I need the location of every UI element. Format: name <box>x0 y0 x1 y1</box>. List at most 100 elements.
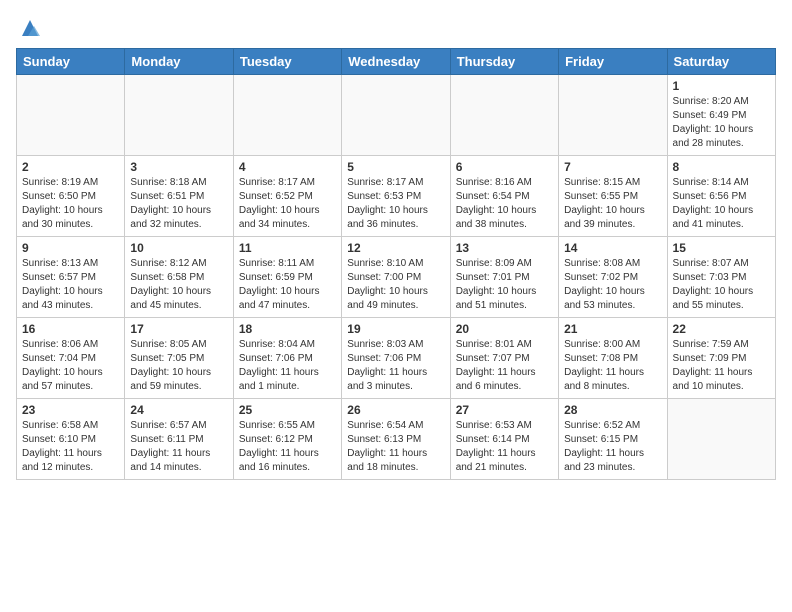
calendar-cell: 19 Sunrise: 8:03 AM Sunset: 7:06 PM Dayli… <box>342 318 450 399</box>
calendar-cell: 28Sunrise: 6:52 AM Sunset: 6:15 PM Dayli… <box>559 399 667 480</box>
calendar-cell: 8Sunrise: 8:14 AM Sunset: 6:56 PM Daylig… <box>667 156 775 237</box>
day-of-week-header: Wednesday <box>342 49 450 75</box>
day-number: 18 <box>239 322 336 336</box>
day-number: 24 <box>130 403 227 417</box>
day-number: 28 <box>564 403 661 417</box>
day-info: Sunrise: 8:08 AM Sunset: 7:02 PM Dayligh… <box>564 257 661 313</box>
day-info: Sunrise: 8:13 AM Sunset: 6:57 PM Dayligh… <box>22 257 119 313</box>
day-info: Sunrise: 6:53 AM Sunset: 6:14 PM Dayligh… <box>456 419 553 475</box>
calendar-cell <box>450 75 558 156</box>
day-number: 2 <box>22 160 119 174</box>
day-info: Sunrise: 8:15 AM Sunset: 6:55 PM Dayligh… <box>564 176 661 232</box>
day-info: Sunrise: 8:11 AM Sunset: 6:59 PM Dayligh… <box>239 257 336 313</box>
calendar-cell: 23 Sunrise: 6:58 AM Sunset: 6:10 PM Dayli… <box>17 399 125 480</box>
calendar-cell: 25 Sunrise: 6:55 AM Sunset: 6:12 PM Dayli… <box>233 399 341 480</box>
day-number: 12 <box>347 241 444 255</box>
day-of-week-header: Tuesday <box>233 49 341 75</box>
logo <box>16 16 42 40</box>
calendar-cell <box>342 75 450 156</box>
day-number: 27 <box>456 403 553 417</box>
day-info: Sunrise: 8:10 AM Sunset: 7:00 PM Dayligh… <box>347 257 444 313</box>
calendar-week-row: 1 Sunrise: 8:20 AM Sunset: 6:49 PM Daylig… <box>17 75 776 156</box>
calendar-cell: 10 Sunrise: 8:12 AM Sunset: 6:58 PM Dayli… <box>125 237 233 318</box>
day-number: 19 <box>347 322 444 336</box>
calendar-cell: 13 Sunrise: 8:09 AM Sunset: 7:01 PM Dayli… <box>450 237 558 318</box>
day-number: 25 <box>239 403 336 417</box>
calendar-cell <box>559 75 667 156</box>
calendar-cell: 24 Sunrise: 6:57 AM Sunset: 6:11 PM Dayli… <box>125 399 233 480</box>
calendar-cell: 14 Sunrise: 8:08 AM Sunset: 7:02 PM Dayli… <box>559 237 667 318</box>
day-number: 3 <box>130 160 227 174</box>
day-number: 13 <box>456 241 553 255</box>
calendar-cell: 7Sunrise: 8:15 AM Sunset: 6:55 PM Daylig… <box>559 156 667 237</box>
calendar-cell: 21Sunrise: 8:00 AM Sunset: 7:08 PM Dayli… <box>559 318 667 399</box>
day-number: 9 <box>22 241 119 255</box>
day-number: 22 <box>673 322 770 336</box>
day-info: Sunrise: 8:03 AM Sunset: 7:06 PM Dayligh… <box>347 338 444 394</box>
calendar-cell: 4 Sunrise: 8:17 AM Sunset: 6:52 PM Daylig… <box>233 156 341 237</box>
calendar-header-row: SundayMondayTuesdayWednesdayThursdayFrid… <box>17 49 776 75</box>
day-number: 17 <box>130 322 227 336</box>
day-number: 15 <box>673 241 770 255</box>
day-of-week-header: Saturday <box>667 49 775 75</box>
day-of-week-header: Sunday <box>17 49 125 75</box>
day-number: 1 <box>673 79 770 93</box>
day-info: Sunrise: 8:17 AM Sunset: 6:53 PM Dayligh… <box>347 176 444 232</box>
page-header <box>16 16 776 40</box>
calendar-cell: 9 Sunrise: 8:13 AM Sunset: 6:57 PM Daylig… <box>17 237 125 318</box>
calendar-cell: 20 Sunrise: 8:01 AM Sunset: 7:07 PM Dayli… <box>450 318 558 399</box>
day-info: Sunrise: 7:59 AM Sunset: 7:09 PM Dayligh… <box>673 338 770 394</box>
calendar-cell: 1 Sunrise: 8:20 AM Sunset: 6:49 PM Daylig… <box>667 75 775 156</box>
logo-icon <box>18 16 42 40</box>
day-number: 10 <box>130 241 227 255</box>
day-number: 11 <box>239 241 336 255</box>
day-number: 4 <box>239 160 336 174</box>
day-info: Sunrise: 8:09 AM Sunset: 7:01 PM Dayligh… <box>456 257 553 313</box>
day-info: Sunrise: 8:04 AM Sunset: 7:06 PM Dayligh… <box>239 338 336 394</box>
day-info: Sunrise: 8:20 AM Sunset: 6:49 PM Dayligh… <box>673 95 770 151</box>
calendar-cell: 26 Sunrise: 6:54 AM Sunset: 6:13 PM Dayli… <box>342 399 450 480</box>
calendar-cell <box>233 75 341 156</box>
calendar-week-row: 16 Sunrise: 8:06 AM Sunset: 7:04 PM Dayli… <box>17 318 776 399</box>
calendar-cell <box>125 75 233 156</box>
calendar-week-row: 2 Sunrise: 8:19 AM Sunset: 6:50 PM Daylig… <box>17 156 776 237</box>
calendar-week-row: 9 Sunrise: 8:13 AM Sunset: 6:57 PM Daylig… <box>17 237 776 318</box>
calendar-cell: 22 Sunrise: 7:59 AM Sunset: 7:09 PM Dayli… <box>667 318 775 399</box>
day-info: Sunrise: 8:00 AM Sunset: 7:08 PM Dayligh… <box>564 338 661 394</box>
day-info: Sunrise: 8:18 AM Sunset: 6:51 PM Dayligh… <box>130 176 227 232</box>
calendar-cell: 27 Sunrise: 6:53 AM Sunset: 6:14 PM Dayli… <box>450 399 558 480</box>
day-info: Sunrise: 6:55 AM Sunset: 6:12 PM Dayligh… <box>239 419 336 475</box>
day-info: Sunrise: 8:17 AM Sunset: 6:52 PM Dayligh… <box>239 176 336 232</box>
calendar-cell: 16 Sunrise: 8:06 AM Sunset: 7:04 PM Dayli… <box>17 318 125 399</box>
calendar-cell: 6 Sunrise: 8:16 AM Sunset: 6:54 PM Daylig… <box>450 156 558 237</box>
calendar-table: SundayMondayTuesdayWednesdayThursdayFrid… <box>16 48 776 480</box>
day-number: 23 <box>22 403 119 417</box>
calendar-cell <box>17 75 125 156</box>
day-info: Sunrise: 8:05 AM Sunset: 7:05 PM Dayligh… <box>130 338 227 394</box>
calendar-cell: 11 Sunrise: 8:11 AM Sunset: 6:59 PM Dayli… <box>233 237 341 318</box>
calendar-cell: 5 Sunrise: 8:17 AM Sunset: 6:53 PM Daylig… <box>342 156 450 237</box>
day-number: 5 <box>347 160 444 174</box>
day-number: 16 <box>22 322 119 336</box>
day-info: Sunrise: 8:12 AM Sunset: 6:58 PM Dayligh… <box>130 257 227 313</box>
calendar-week-row: 23 Sunrise: 6:58 AM Sunset: 6:10 PM Dayli… <box>17 399 776 480</box>
day-of-week-header: Friday <box>559 49 667 75</box>
calendar-cell: 3 Sunrise: 8:18 AM Sunset: 6:51 PM Daylig… <box>125 156 233 237</box>
day-info: Sunrise: 6:54 AM Sunset: 6:13 PM Dayligh… <box>347 419 444 475</box>
calendar-cell <box>667 399 775 480</box>
calendar-cell: 12 Sunrise: 8:10 AM Sunset: 7:00 PM Dayli… <box>342 237 450 318</box>
day-of-week-header: Thursday <box>450 49 558 75</box>
day-of-week-header: Monday <box>125 49 233 75</box>
day-number: 14 <box>564 241 661 255</box>
day-info: Sunrise: 8:06 AM Sunset: 7:04 PM Dayligh… <box>22 338 119 394</box>
day-info: Sunrise: 8:07 AM Sunset: 7:03 PM Dayligh… <box>673 257 770 313</box>
day-number: 26 <box>347 403 444 417</box>
day-number: 6 <box>456 160 553 174</box>
day-info: Sunrise: 6:57 AM Sunset: 6:11 PM Dayligh… <box>130 419 227 475</box>
day-info: Sunrise: 8:19 AM Sunset: 6:50 PM Dayligh… <box>22 176 119 232</box>
day-info: Sunrise: 6:58 AM Sunset: 6:10 PM Dayligh… <box>22 419 119 475</box>
day-number: 20 <box>456 322 553 336</box>
day-info: Sunrise: 8:16 AM Sunset: 6:54 PM Dayligh… <box>456 176 553 232</box>
calendar-cell: 17 Sunrise: 8:05 AM Sunset: 7:05 PM Dayli… <box>125 318 233 399</box>
day-info: Sunrise: 8:01 AM Sunset: 7:07 PM Dayligh… <box>456 338 553 394</box>
